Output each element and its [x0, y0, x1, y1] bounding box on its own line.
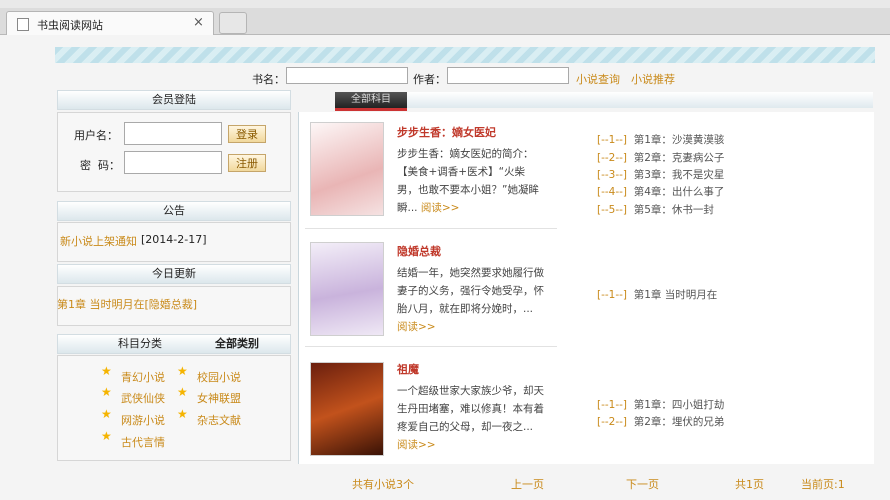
star-icon: ★	[177, 407, 188, 421]
tab-title: 书虫阅读网站	[37, 19, 103, 32]
chapter-link[interactable]: [--2--] 第2章：埋伏的兄弟	[597, 414, 724, 429]
book-cover-image[interactable]	[310, 362, 384, 456]
chapter-title: 第4章：出什么事了	[633, 186, 725, 198]
chapter-title: 第1章 当时明月在	[633, 289, 718, 301]
prev-page-link[interactable]: 上一页	[511, 476, 544, 492]
category-item[interactable]: 青幻小说	[121, 369, 165, 385]
category-item[interactable]: 杂志文献	[197, 412, 241, 428]
tab-all-subjects[interactable]: 全部科目	[335, 92, 407, 111]
chapter-link[interactable]: [--1--] 第1章 当时明月在	[597, 287, 717, 302]
star-icon: ★	[177, 385, 188, 399]
chapter-index: [--3--]	[597, 169, 628, 181]
book-description: 步步生香：嫡女医妃的简介：【美食+调香+医术】“火柴男，也敢不要本小姐？”她凝眸…	[397, 145, 545, 217]
chapter-link[interactable]: [--1--] 第1章：四小姐打劫	[597, 397, 724, 412]
read-more-link[interactable]: 阅读>>	[397, 439, 436, 451]
title-search-input[interactable]	[286, 67, 408, 84]
author-search-input[interactable]	[447, 67, 569, 84]
chapter-title: 第2章：克妻病公子	[633, 152, 725, 164]
main-header-bar	[407, 92, 873, 108]
browser-tab[interactable]: 书虫阅读网站 ×	[6, 11, 214, 35]
category-item[interactable]: 网游小说	[121, 412, 165, 428]
chapter-index: [--1--]	[597, 134, 628, 146]
chapter-link[interactable]: [--2--] 第2章：克妻病公子	[597, 150, 724, 165]
book-description-text: 一个超级世家大家族少爷，却天生丹田堵塞，难以修真！本有着疼爱自己的父母，却一夜之…	[397, 385, 544, 433]
book-list-panel	[298, 112, 874, 464]
password-label: 密 码：	[80, 159, 120, 172]
register-button[interactable]: 注册	[228, 154, 266, 172]
browser-tab-bar: 书虫阅读网站 ×	[0, 8, 890, 35]
chapter-index: [--2--]	[597, 152, 628, 164]
read-more-link[interactable]: 阅读>>	[397, 321, 436, 333]
divider	[305, 228, 557, 229]
book-description-text: 结婚一年，她突然要求她履行做妻子的义务，强行令她受孕，怀胎八月，就在即将分娩时，…	[397, 267, 544, 315]
today-update-header: 今日更新	[57, 264, 291, 284]
tab-close-icon[interactable]: ×	[193, 15, 204, 30]
category-title: 科目分类	[118, 337, 162, 350]
book-description: 一个超级世家大家族少爷，却天生丹田堵塞，难以修真！本有着疼爱自己的父母，却一夜之…	[397, 382, 545, 454]
notice-item-link[interactable]: 新小说上架通知	[60, 233, 137, 249]
all-categories-link[interactable]: 全部类别	[215, 335, 259, 353]
category-panel	[57, 355, 291, 461]
book-title-link[interactable]: 隐婚总裁	[397, 243, 441, 259]
book-cover-image[interactable]	[310, 122, 384, 216]
chapter-link[interactable]: [--4--] 第4章：出什么事了	[597, 184, 724, 199]
chapter-link[interactable]: [--1--] 第1章：沙漠黄漠骇	[597, 132, 724, 147]
chapter-link[interactable]: [--5--] 第5章：休书一封	[597, 202, 714, 217]
book-title-link[interactable]: 祖魔	[397, 361, 419, 377]
new-tab-button[interactable]	[219, 12, 247, 34]
divider	[305, 346, 557, 347]
current-page: 当前页:1	[801, 478, 845, 491]
title-search-label: 书名：	[252, 73, 285, 86]
book-title-link[interactable]: 步步生香：嫡女医妃	[397, 124, 496, 140]
book-description: 结婚一年，她突然要求她履行做妻子的义务，强行令她受孕，怀胎八月，就在即将分娩时，…	[397, 264, 545, 336]
next-page-link[interactable]: 下一页	[626, 476, 659, 492]
star-icon: ★	[101, 407, 112, 421]
chapter-index: [--4--]	[597, 186, 628, 198]
login-header: 会员登陆	[57, 90, 291, 110]
chapter-title: 第5章：休书一封	[633, 204, 714, 216]
total-novels-count: 共有小说3个	[352, 478, 414, 491]
notice-header: 公告	[57, 201, 291, 221]
search-bar: 书名： 作者： 小说查询 小说推荐	[55, 66, 875, 88]
notice-date: [2014-2-17]	[141, 233, 207, 246]
username-label: 用户名：	[74, 129, 118, 142]
today-update-link[interactable]: 第1章 当时明月在[隐婚总裁]	[57, 296, 197, 312]
chapter-index: [--2--]	[597, 416, 628, 428]
novel-recommend-link[interactable]: 小说推荐	[631, 71, 675, 87]
chapter-index: [--5--]	[597, 204, 628, 216]
star-icon: ★	[177, 364, 188, 378]
password-input[interactable]	[124, 151, 222, 174]
site-header-banner	[55, 47, 875, 63]
read-more-link[interactable]: 阅读>>	[421, 202, 460, 214]
chapter-index: [--1--]	[597, 399, 628, 411]
chapter-link[interactable]: [--3--] 第3章：我不是灾星	[597, 167, 724, 182]
chapter-title: 第3章：我不是灾星	[633, 169, 725, 181]
page-icon	[17, 18, 29, 31]
chapter-title: 第1章：四小姐打劫	[633, 399, 725, 411]
star-icon: ★	[101, 385, 112, 399]
chapter-index: [--1--]	[597, 289, 628, 301]
category-item[interactable]: 古代言情	[121, 434, 165, 450]
novel-query-link[interactable]: 小说查询	[576, 71, 620, 87]
author-search-label: 作者：	[413, 73, 446, 86]
star-icon: ★	[101, 364, 112, 378]
category-item[interactable]: 女神联盟	[197, 390, 241, 406]
username-input[interactable]	[124, 122, 222, 145]
chapter-title: 第1章：沙漠黄漠骇	[633, 134, 725, 146]
star-icon: ★	[101, 429, 112, 443]
total-pages: 共1页	[735, 478, 764, 491]
category-item[interactable]: 校园小说	[197, 369, 241, 385]
book-description-text: 步步生香：嫡女医妃的简介：【美食+调香+医术】“火柴男，也敢不要本小姐？”她凝眸…	[397, 148, 539, 214]
login-button[interactable]: 登录	[228, 125, 266, 143]
category-header: 科目分类 全部类别	[57, 334, 291, 354]
chapter-title: 第2章：埋伏的兄弟	[633, 416, 725, 428]
book-cover-image[interactable]	[310, 242, 384, 336]
category-item[interactable]: 武侠仙侠	[121, 390, 165, 406]
